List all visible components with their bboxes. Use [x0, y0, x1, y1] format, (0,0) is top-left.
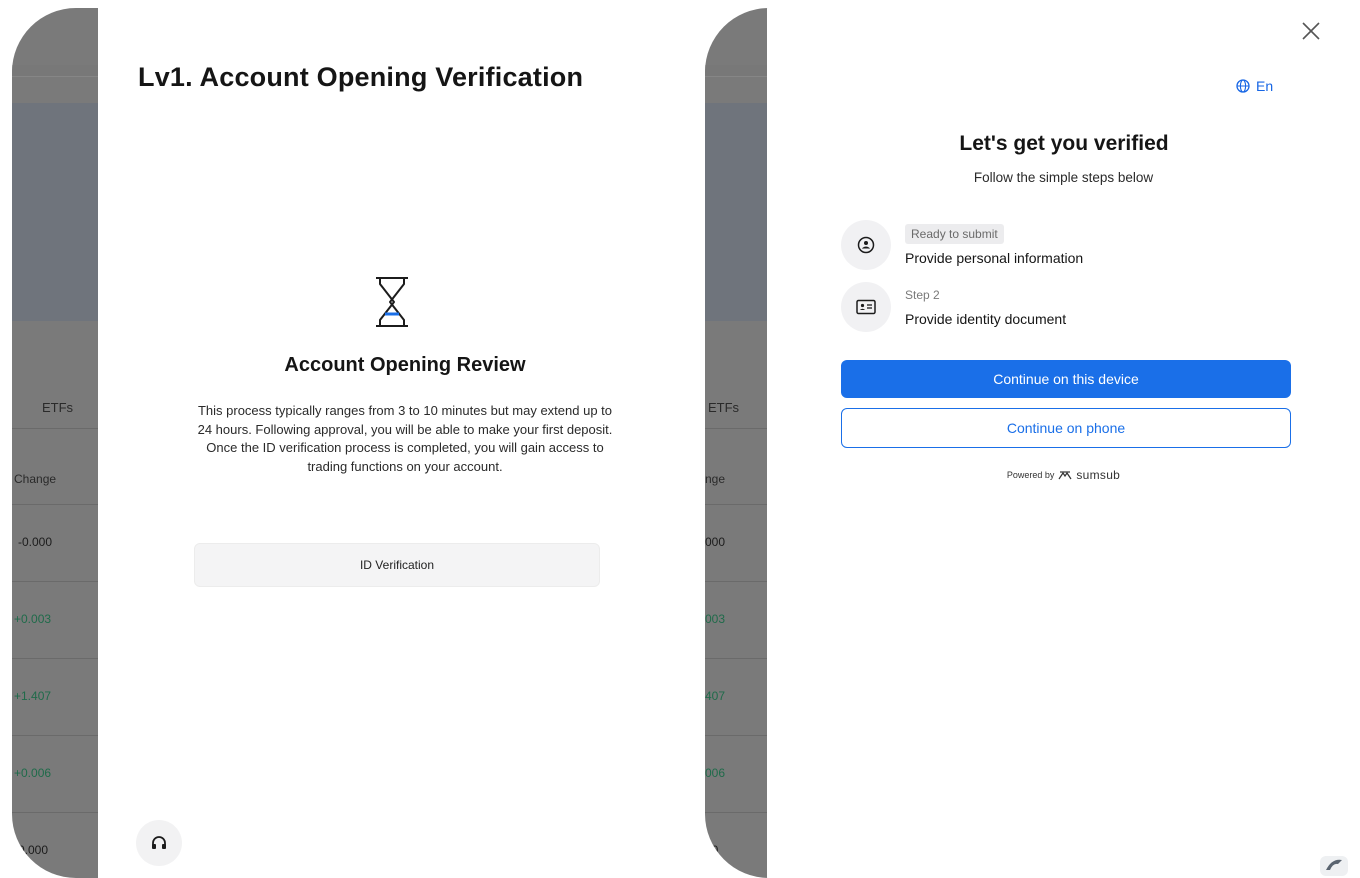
status-badge: Ready to submit	[905, 224, 1004, 244]
powered-by-label: Powered by	[1006, 470, 1055, 480]
modal-title: Lv1. Account Opening Verification	[138, 62, 584, 92]
background-column-change: Change	[14, 472, 57, 486]
review-description: This process typically ranges from 3 to …	[197, 403, 613, 474]
sumsub-verification-modal: En Let's get you verified Follow the sim…	[767, 8, 1360, 878]
page-subtitle: Follow the simple steps below	[973, 170, 1154, 185]
corner-logo-icon	[1320, 856, 1348, 876]
language-selector[interactable]: En	[1236, 78, 1273, 94]
step-icon-container	[841, 220, 891, 270]
verification-modal: Lv1. Account Opening Verification Accoun…	[98, 8, 712, 878]
step-identity-document[interactable]: Step 2 Provide identity document	[841, 282, 1066, 332]
continue-on-phone-button[interactable]: Continue on phone	[841, 408, 1291, 448]
step-personal-info[interactable]: Ready to submit Provide personal informa…	[841, 220, 1083, 270]
id-card-icon	[856, 299, 876, 315]
sumsub-logo-icon	[1058, 471, 1072, 480]
hourglass-icon	[376, 277, 408, 327]
globe-icon	[1236, 79, 1250, 93]
support-button[interactable]	[136, 820, 182, 866]
background-value: +0.003	[14, 612, 52, 626]
background-tab-etfs: ETFs	[42, 400, 74, 415]
review-title: Account Opening Review	[284, 354, 526, 376]
background-value: -0.000	[18, 535, 53, 549]
id-verification-button[interactable]: ID Verification	[194, 543, 600, 587]
background-value: 006	[705, 766, 726, 780]
background-value: +0.006	[14, 766, 52, 780]
background-value: 407	[705, 689, 726, 703]
background-tab-etfs: ETFs	[708, 400, 740, 415]
background-value: 003	[705, 612, 726, 626]
step-title: Provide identity document	[905, 310, 1067, 327]
person-icon	[857, 236, 875, 254]
brand-name: sumsub	[1076, 468, 1121, 482]
background-column-change: nge	[705, 472, 726, 486]
right-screen: ETFs nge 000 003 407 006 00 En Let's get…	[705, 8, 1360, 878]
step-number-label: Step 2	[905, 287, 940, 302]
left-screen: ETFs Change -0.000 +0.003 +1.407 +0.006 …	[12, 8, 712, 878]
page-title: Let's get you verified	[959, 132, 1169, 155]
background-value: +1.407	[14, 689, 52, 703]
continue-on-device-button[interactable]: Continue on this device	[841, 360, 1291, 398]
background-value: 00	[705, 843, 719, 857]
background-value: -0.000	[14, 843, 49, 857]
step-icon-container	[841, 282, 891, 332]
background-value: 000	[705, 535, 726, 549]
language-label: En	[1256, 78, 1274, 94]
close-icon[interactable]	[1300, 20, 1322, 42]
step-title: Provide personal information	[905, 250, 1084, 266]
headset-icon	[152, 836, 166, 849]
powered-by: Powered by sumsub	[767, 468, 1360, 482]
